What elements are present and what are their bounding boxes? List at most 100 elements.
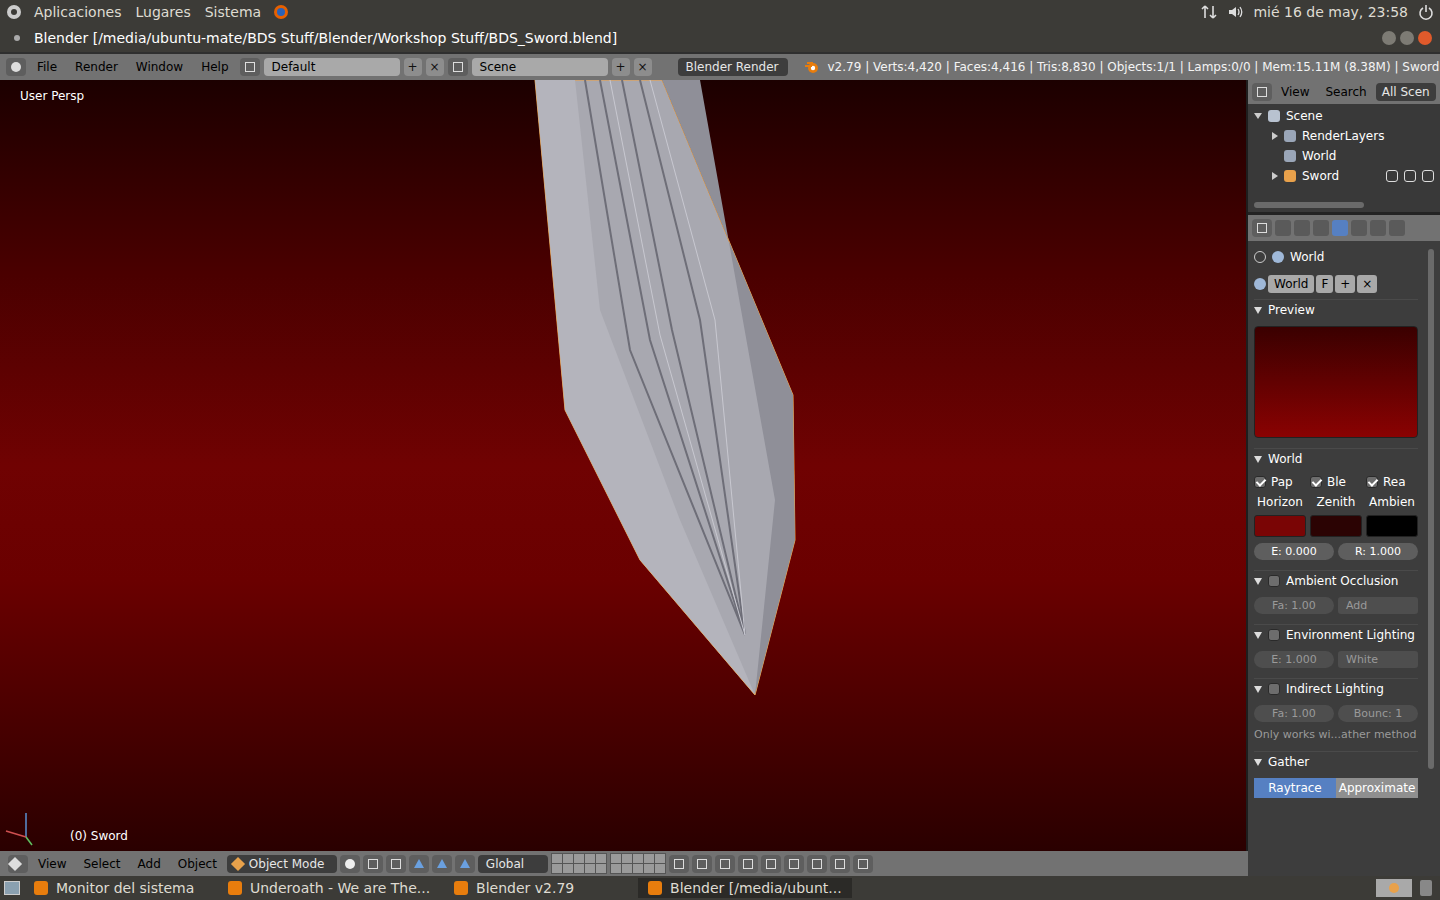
- panel-header[interactable]: Ambient Occlusion: [1254, 571, 1418, 591]
- mode-dropdown[interactable]: Object Mode: [227, 855, 337, 873]
- taskbar-button[interactable]: Monitor del sistema: [24, 878, 214, 898]
- settings-field[interactable]: White: [1338, 651, 1418, 668]
- color-swatch[interactable]: [1310, 515, 1362, 537]
- firefox-icon[interactable]: [273, 4, 289, 20]
- gather-method-button[interactable]: Raytrace: [1254, 778, 1336, 798]
- clock[interactable]: mié 16 de may, 23:58: [1253, 4, 1408, 20]
- header-menu[interactable]: Add: [131, 857, 168, 871]
- pivot-icon[interactable]: [363, 855, 383, 873]
- translate-icon[interactable]: [409, 855, 429, 873]
- window-menu-icon[interactable]: [14, 35, 20, 41]
- manipulator-icon[interactable]: [386, 855, 406, 873]
- remove-scene-icon[interactable]: ×: [634, 58, 652, 76]
- scene-icon[interactable]: [448, 58, 468, 76]
- header-menu[interactable]: Help: [194, 60, 235, 74]
- remove-layout-icon[interactable]: ×: [426, 58, 444, 76]
- unlink-icon[interactable]: ×: [1357, 275, 1377, 293]
- shading-icon[interactable]: [340, 855, 360, 873]
- tool-icon[interactable]: [807, 855, 827, 873]
- context-tab[interactable]: [1294, 220, 1310, 236]
- tool-icon[interactable]: [692, 855, 712, 873]
- header-menu[interactable]: View: [31, 857, 73, 871]
- display-mode-dropdown[interactable]: All Scen: [1376, 83, 1436, 101]
- layout-field[interactable]: Default: [264, 58, 400, 76]
- tree-item[interactable]: Scene: [1248, 106, 1440, 126]
- context-tab[interactable]: [1275, 220, 1291, 236]
- power-icon[interactable]: [1418, 4, 1434, 20]
- settings-field[interactable]: Fa: 1.00: [1254, 597, 1334, 614]
- fake-user-button[interactable]: F: [1316, 275, 1333, 293]
- scrollbar[interactable]: [1254, 202, 1364, 208]
- scene-field[interactable]: Scene: [472, 58, 608, 76]
- visibility-icon[interactable]: [1386, 170, 1398, 182]
- tree-item[interactable]: RenderLayers: [1248, 126, 1440, 146]
- close-button[interactable]: [1418, 31, 1432, 45]
- settings-field[interactable]: E: 1.000: [1254, 651, 1334, 668]
- engine-dropdown[interactable]: Blender Render: [678, 58, 788, 76]
- trash-icon[interactable]: [1420, 880, 1432, 896]
- editor-type-icon[interactable]: [8, 855, 28, 873]
- number-field[interactable]: E: 0.000: [1254, 543, 1334, 560]
- editor-type-icon[interactable]: [6, 58, 26, 76]
- option-checkbox[interactable]: Rea: [1366, 475, 1418, 489]
- orientation-dropdown[interactable]: Global: [478, 855, 548, 873]
- screen-icon[interactable]: [240, 58, 260, 76]
- title-bar[interactable]: Blender [/media/ubuntu-mate/BDS Stuff/Bl…: [0, 24, 1440, 52]
- settings-field[interactable]: Fa: 1.00: [1254, 705, 1334, 722]
- maximize-button[interactable]: [1400, 31, 1414, 45]
- panel-header[interactable]: Preview: [1254, 300, 1418, 320]
- tool-icon[interactable]: [853, 855, 873, 873]
- workspace-switcher[interactable]: [1376, 879, 1412, 897]
- disclosure-icon[interactable]: [1272, 172, 1278, 180]
- context-tab[interactable]: [1389, 220, 1405, 236]
- minimize-button[interactable]: [1382, 31, 1396, 45]
- taskbar-button[interactable]: Underoath - We are The...: [218, 878, 440, 898]
- tool-icon[interactable]: [715, 855, 735, 873]
- header-menu[interactable]: File: [30, 60, 64, 74]
- panel-header[interactable]: World: [1254, 449, 1418, 469]
- pin-icon[interactable]: [1254, 251, 1266, 263]
- scale-icon[interactable]: [455, 855, 475, 873]
- tool-icon[interactable]: [761, 855, 781, 873]
- taskbar-button[interactable]: Blender [/media/ubunt...: [638, 878, 852, 898]
- context-tab[interactable]: [1332, 220, 1348, 236]
- header-menu[interactable]: Object: [171, 857, 224, 871]
- tool-icon[interactable]: [738, 855, 758, 873]
- layer-buttons[interactable]: [551, 853, 607, 874]
- enable-checkbox[interactable]: [1268, 683, 1280, 695]
- rotate-icon[interactable]: [432, 855, 452, 873]
- taskbar-button[interactable]: Blender v2.79: [444, 878, 634, 898]
- settings-field[interactable]: Add: [1338, 597, 1418, 614]
- panel-menu[interactable]: Lugares: [133, 4, 192, 20]
- color-swatch[interactable]: [1254, 515, 1306, 537]
- context-tab[interactable]: [1351, 220, 1367, 236]
- panel-header[interactable]: Indirect Lighting: [1254, 679, 1418, 699]
- header-menu[interactable]: Search: [1318, 85, 1373, 99]
- select-icon[interactable]: [1404, 170, 1416, 182]
- context-tab[interactable]: [1370, 220, 1386, 236]
- add-scene-icon[interactable]: +: [612, 58, 630, 76]
- gather-method-button[interactable]: Approximate: [1336, 778, 1418, 798]
- world-datablock[interactable]: WorldF+×: [1254, 273, 1418, 295]
- enable-checkbox[interactable]: [1268, 575, 1280, 587]
- panel-menu[interactable]: Sistema: [203, 4, 263, 20]
- tool-icon[interactable]: [784, 855, 804, 873]
- 3d-viewport[interactable]: User Persp(0) Sword: [0, 80, 1248, 851]
- number-field[interactable]: R: 1.000: [1338, 543, 1418, 560]
- editor-type-icon[interactable]: [1252, 83, 1272, 101]
- layer-buttons[interactable]: [610, 853, 666, 874]
- panel-menu[interactable]: Aplicaciones: [32, 4, 123, 20]
- network-icon[interactable]: [1201, 4, 1217, 20]
- panel-header[interactable]: Gather: [1254, 752, 1418, 772]
- new-icon[interactable]: +: [1335, 275, 1355, 293]
- tree-item[interactable]: World: [1248, 146, 1440, 166]
- header-menu[interactable]: View: [1274, 85, 1316, 99]
- disclosure-icon[interactable]: [1272, 132, 1278, 140]
- show-desktop-icon[interactable]: [4, 881, 20, 895]
- add-layout-icon[interactable]: +: [404, 58, 422, 76]
- color-swatch[interactable]: [1366, 515, 1418, 537]
- scrollbar[interactable]: [1428, 249, 1434, 769]
- editor-type-icon[interactable]: [1252, 219, 1272, 237]
- context-tab[interactable]: [1313, 220, 1329, 236]
- mate-logo-icon[interactable]: [6, 4, 22, 20]
